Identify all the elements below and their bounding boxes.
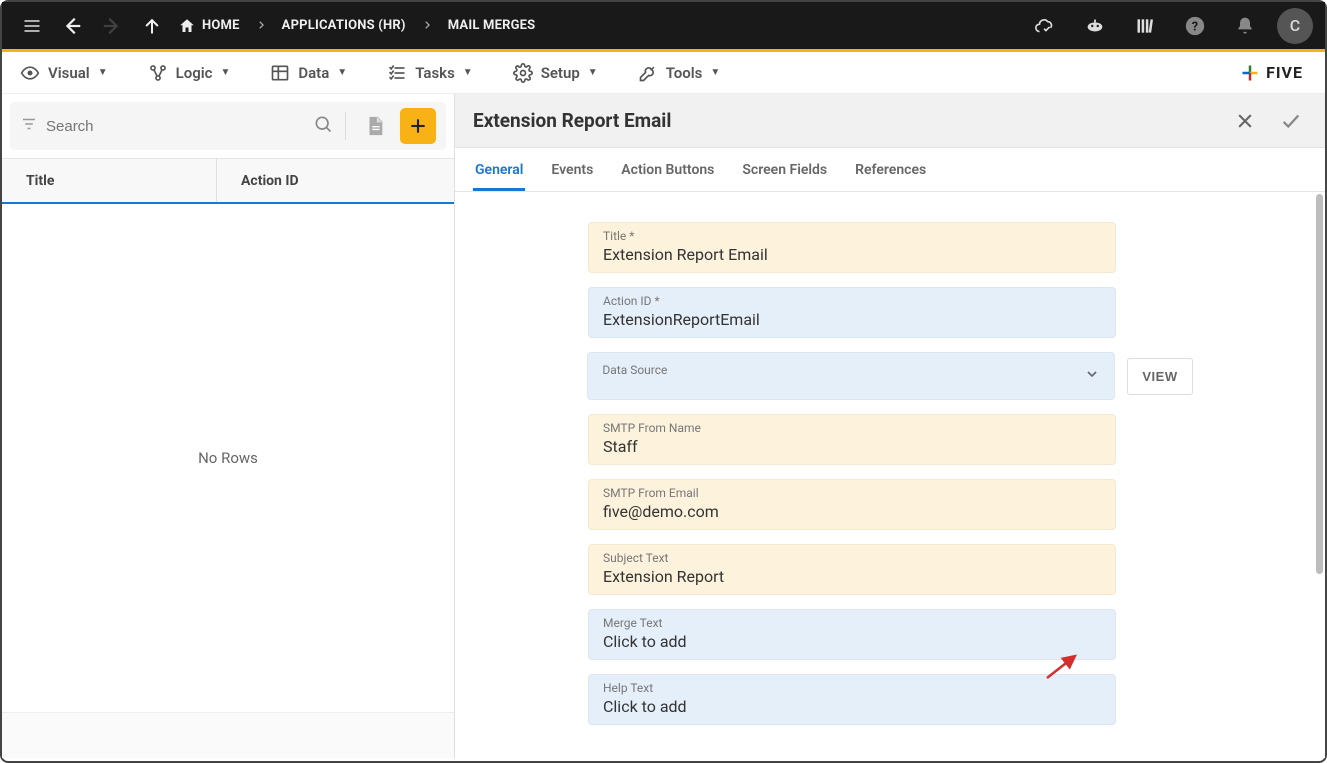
filter-icon[interactable] [20,115,38,137]
bot-icon[interactable] [1077,8,1113,44]
smtp-from-name-field[interactable]: SMTP From Name Staff [588,414,1116,465]
subject-text-field[interactable]: Subject Text Extension Report [588,544,1116,595]
breadcrumb-home[interactable]: HOME [174,17,244,35]
table-header-title[interactable]: Title [2,159,217,202]
table-footer [2,712,454,758]
dropdown-triangle-icon: ▼ [337,67,347,78]
hamburger-icon[interactable] [14,8,50,44]
page-title: Extension Report Email [473,109,671,132]
table-header-action-id[interactable]: Action ID [217,173,454,189]
tab-action-buttons[interactable]: Action Buttons [619,150,716,190]
breadcrumb-home-label: HOME [202,18,240,33]
up-icon[interactable] [134,8,170,44]
dropdown-triangle-icon: ▼ [463,67,473,78]
chevron-right-icon [414,18,440,34]
brand-logo: FIVE [1240,63,1303,83]
chevron-right-icon [248,18,274,34]
data-source-field[interactable]: Data Source [587,352,1115,400]
view-button[interactable]: VIEW [1127,358,1192,395]
title-field[interactable]: Title * Extension Report Email [588,222,1116,273]
avatar[interactable]: C [1277,8,1313,44]
menu-tasks[interactable]: Tasks▼ [377,57,483,89]
menu-logic[interactable]: Logic▼ [138,57,241,89]
dropdown-triangle-icon: ▼ [588,67,598,78]
breadcrumb-mail-merges[interactable]: MAIL MERGES [444,18,540,33]
divider [345,112,346,140]
svg-text:?: ? [1192,19,1198,34]
cloud-check-icon[interactable] [1027,8,1063,44]
dropdown-triangle-icon: ▼ [710,67,720,78]
menu-visual[interactable]: Visual▼ [10,57,118,89]
merge-text-field[interactable]: Merge Text Click to add [588,609,1116,660]
search-input[interactable] [46,118,305,135]
table-empty-state: No Rows [2,204,454,712]
back-icon[interactable] [54,8,90,44]
tab-references[interactable]: References [853,150,928,190]
smtp-from-email-field[interactable]: SMTP From Email five@demo.com [588,479,1116,530]
dropdown-triangle-icon: ▼ [220,67,230,78]
tab-events[interactable]: Events [549,150,595,190]
action-id-field[interactable]: Action ID * ExtensionReportEmail [588,287,1116,338]
help-icon[interactable]: ? [1177,8,1213,44]
menu-setup[interactable]: Setup▼ [503,57,608,89]
tab-screen-fields[interactable]: Screen Fields [740,150,829,190]
forward-icon [94,8,130,44]
dropdown-triangle-icon: ▼ [98,67,108,78]
tab-general[interactable]: General [473,150,525,190]
search-icon[interactable] [313,114,333,138]
scrollbar[interactable] [1316,194,1323,574]
menu-data[interactable]: Data▼ [260,57,357,89]
chevron-down-icon [1084,366,1100,386]
check-icon[interactable] [1275,105,1307,137]
add-button[interactable] [400,108,436,144]
bell-icon[interactable] [1227,8,1263,44]
library-icon[interactable] [1127,8,1163,44]
document-icon[interactable] [358,109,392,143]
menu-tools[interactable]: Tools▼ [628,57,731,89]
breadcrumb-applications[interactable]: APPLICATIONS (HR) [278,18,410,33]
close-icon[interactable] [1229,105,1261,137]
help-text-field[interactable]: Help Text Click to add [588,674,1116,725]
